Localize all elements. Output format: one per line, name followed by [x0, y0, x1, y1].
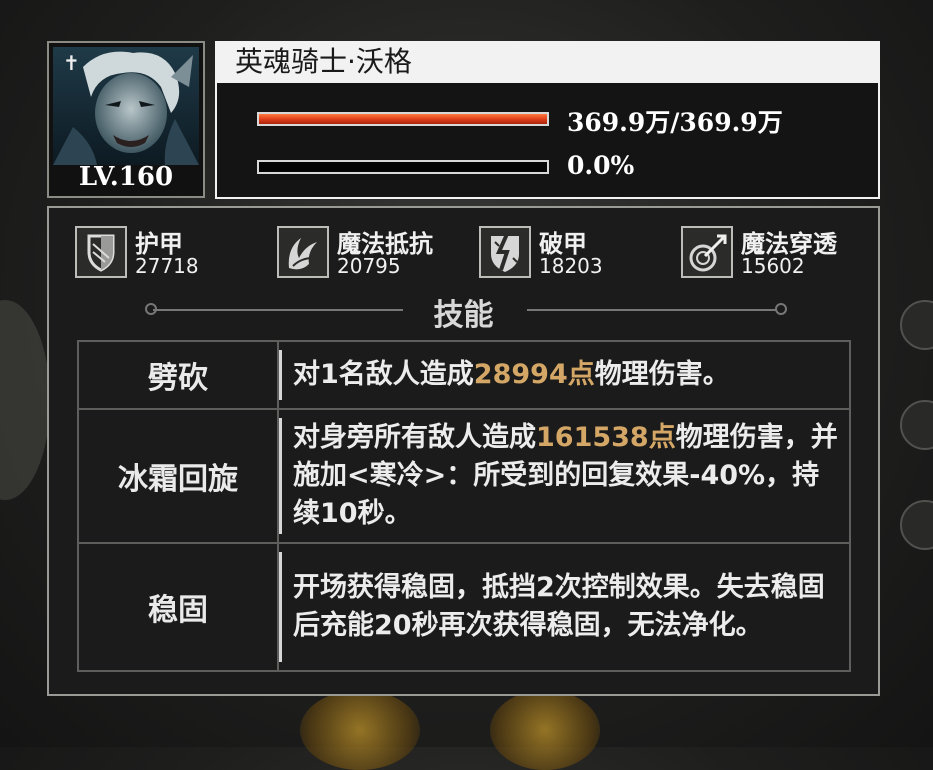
skill-description: 对身旁所有敌人造成161538点物理伤害，并施加<寒冷>：所受到的回复效果-40…: [277, 408, 851, 544]
stat-value: 18203: [539, 254, 603, 278]
skill-row: 劈砍 对1名敌人造成28994点物理伤害。: [77, 340, 851, 410]
skill-name: 稳固: [77, 542, 279, 672]
energy-value: 0.0%: [567, 151, 635, 180]
background-skill-button: [900, 500, 933, 550]
background-gold-glow: [490, 690, 600, 770]
magic-penetration-icon: [681, 226, 733, 278]
background-skill-button: [900, 400, 933, 450]
skill-name: 劈砍: [77, 340, 279, 410]
energy-bar: [257, 160, 549, 174]
skill-description: 开场获得稳固，抵挡2次控制效果。失去稳固后充能20秒再次获得稳固，无法净化。: [277, 542, 851, 672]
skill-row: 稳固 开场获得稳固，抵挡2次控制效果。失去稳固后充能20秒再次获得稳固，无法净化…: [77, 542, 851, 672]
stat-value: 20795: [337, 254, 401, 278]
unit-portrait: ✝ LV.160: [47, 41, 205, 198]
armor-break-icon: [479, 226, 531, 278]
stat-value: 27718: [135, 254, 199, 278]
unit-info-panel: 护甲 27718 魔法抵抗 20795 破甲 18203 魔法穿透 15602 …: [47, 206, 880, 696]
hp-bar: [257, 112, 549, 126]
hp-value: 369.9万/369.9万: [567, 108, 783, 137]
stat-value: 15602: [741, 254, 805, 278]
background-scene: [0, 300, 50, 500]
magic-resist-icon: [277, 226, 329, 278]
rank-cross-icon: ✝: [63, 51, 80, 75]
unit-name: 英魂骑士·沃格: [235, 45, 412, 78]
skill-row: 冰霜回旋 对身旁所有敌人造成161538点物理伤害，并施加<寒冷>：所受到的回复…: [77, 408, 851, 544]
unit-name-header: 英魂骑士·沃格: [215, 41, 880, 83]
background-gold-glow: [300, 690, 420, 770]
skill-name: 冰霜回旋: [77, 408, 279, 544]
unit-level: LV.160: [78, 162, 174, 192]
status-bars-panel: 369.9万/369.9万 0.0%: [215, 83, 880, 199]
skills-table: 劈砍 对1名敌人造成28994点物理伤害。 冰霜回旋 对身旁所有敌人造成1615…: [77, 340, 851, 672]
skills-section-title: 技能: [433, 298, 494, 333]
skill-description: 对1名敌人造成28994点物理伤害。: [277, 340, 851, 410]
hp-bar-fill: [259, 114, 547, 124]
background-skill-button: [900, 300, 933, 350]
armor-shield-icon: [75, 226, 127, 278]
skill-damage-value: 161538点: [536, 422, 676, 453]
skill-damage-value: 28994点: [473, 359, 595, 390]
